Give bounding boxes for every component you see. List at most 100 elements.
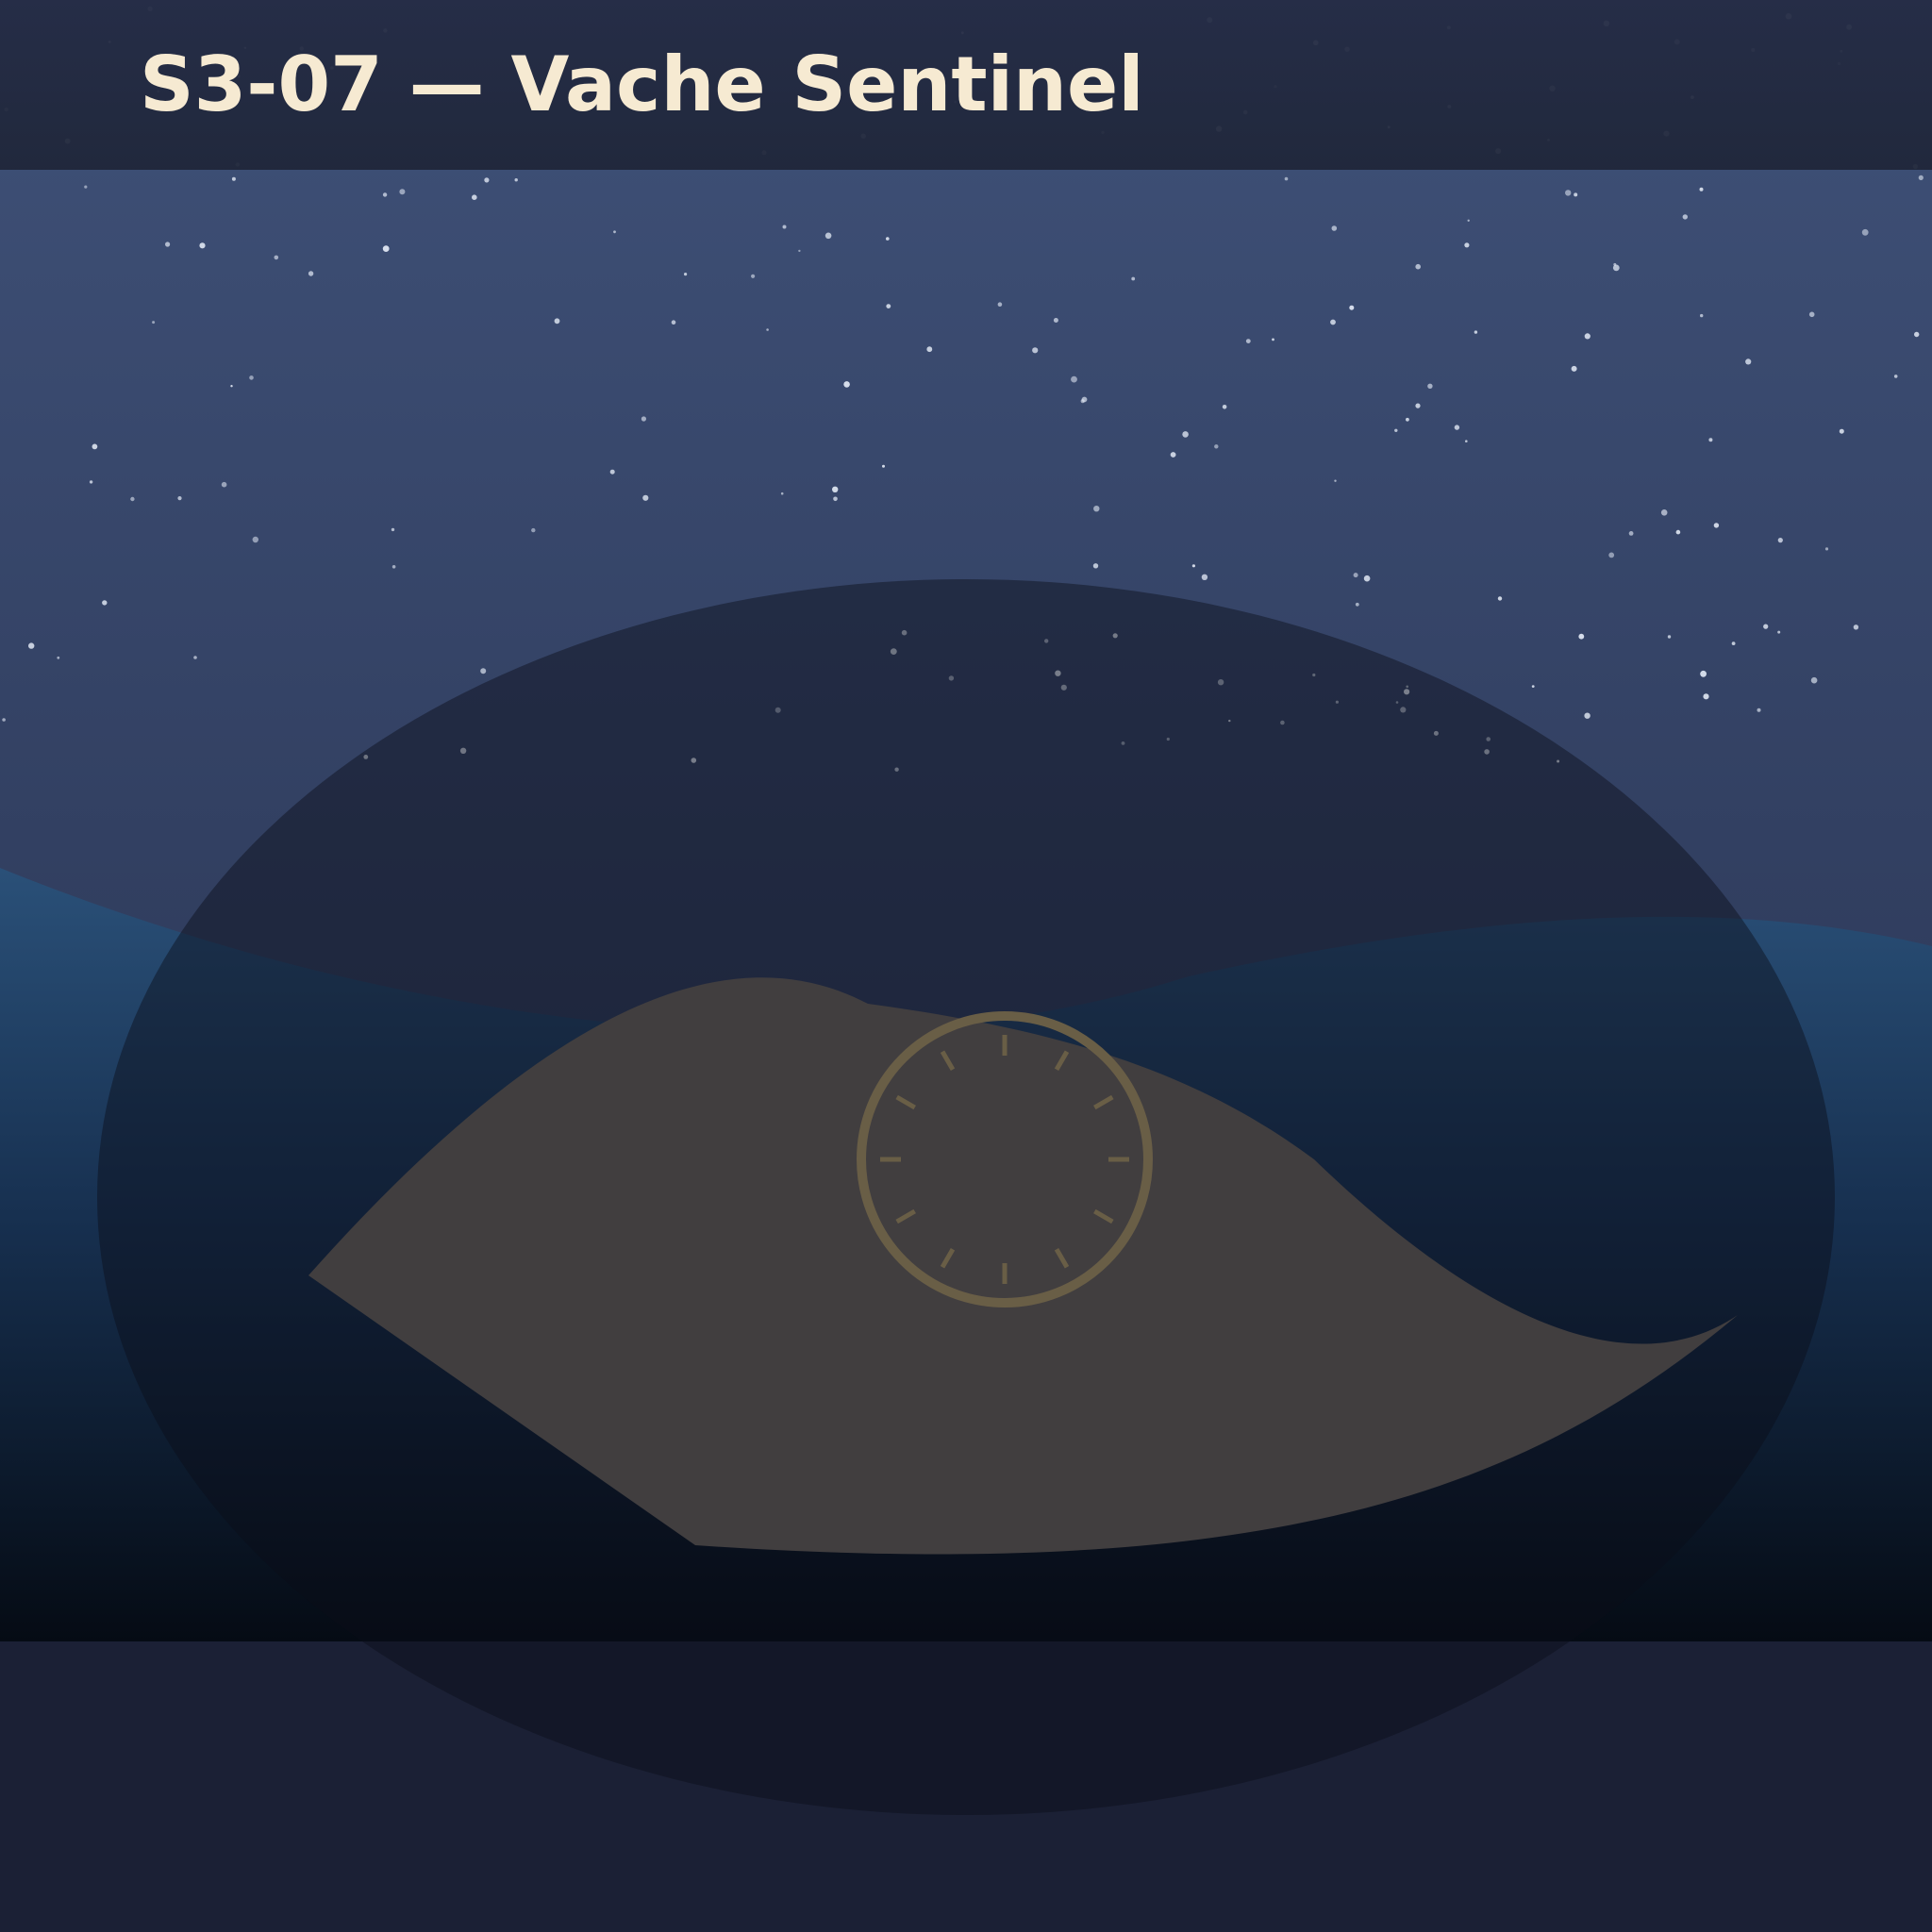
star xyxy=(1675,529,1681,535)
star xyxy=(382,192,388,197)
scene-canvas xyxy=(0,0,1932,1932)
game-screen: S3-07 — Vache Sentinel xyxy=(0,0,1932,1932)
star xyxy=(609,469,615,475)
star xyxy=(886,304,891,308)
star xyxy=(1708,438,1713,442)
star xyxy=(514,178,518,182)
star xyxy=(798,249,801,253)
star xyxy=(843,381,850,388)
star xyxy=(1608,552,1615,558)
star xyxy=(102,600,108,606)
star xyxy=(751,274,756,278)
star xyxy=(1214,444,1219,449)
star xyxy=(1474,330,1478,334)
star xyxy=(1093,506,1100,512)
star xyxy=(1853,625,1859,630)
star xyxy=(1578,633,1585,640)
star xyxy=(1757,708,1761,712)
star xyxy=(1363,575,1371,582)
star xyxy=(1810,676,1818,684)
star xyxy=(1893,375,1898,378)
star xyxy=(274,255,279,260)
star xyxy=(472,194,477,200)
star xyxy=(221,481,227,488)
star xyxy=(1415,403,1421,408)
star xyxy=(1808,311,1815,318)
star xyxy=(199,242,206,249)
star xyxy=(1406,417,1409,422)
star xyxy=(252,536,258,543)
star xyxy=(1201,574,1208,580)
star xyxy=(824,232,832,240)
star xyxy=(554,318,560,325)
star xyxy=(165,242,171,247)
star xyxy=(1071,375,1077,383)
star xyxy=(1660,509,1668,516)
star xyxy=(1612,264,1620,272)
star xyxy=(1713,523,1720,528)
star xyxy=(1032,347,1039,354)
star xyxy=(1245,339,1251,343)
star xyxy=(642,494,649,501)
star xyxy=(480,668,487,675)
star xyxy=(1092,563,1099,569)
level-title: S3-07 — Vache Sentinel xyxy=(140,41,1144,128)
star xyxy=(1415,263,1421,270)
star xyxy=(230,385,233,388)
star xyxy=(1763,624,1769,629)
star xyxy=(1731,641,1736,645)
star xyxy=(130,496,135,502)
star xyxy=(1053,318,1058,323)
star xyxy=(2,718,6,722)
star xyxy=(391,565,396,569)
star xyxy=(399,189,406,195)
star xyxy=(249,375,254,380)
star xyxy=(1081,396,1088,403)
star xyxy=(1454,425,1460,430)
star xyxy=(57,656,60,659)
star xyxy=(684,273,688,276)
star xyxy=(671,320,676,325)
star xyxy=(1355,602,1359,607)
star xyxy=(1331,225,1338,231)
star xyxy=(1394,428,1398,432)
star xyxy=(1272,338,1274,341)
star xyxy=(1353,573,1358,578)
star xyxy=(193,656,197,659)
star xyxy=(1584,712,1591,719)
star xyxy=(92,443,98,450)
vignette xyxy=(97,579,1835,1815)
star xyxy=(1682,214,1689,220)
star xyxy=(832,486,839,492)
star xyxy=(997,302,1003,308)
star xyxy=(882,464,885,468)
star xyxy=(782,225,787,229)
star xyxy=(152,321,156,325)
star xyxy=(1667,635,1672,639)
star xyxy=(1334,479,1337,482)
star xyxy=(1182,431,1189,438)
star xyxy=(1497,596,1503,601)
star xyxy=(1571,365,1577,372)
star xyxy=(1918,175,1924,180)
star xyxy=(780,491,784,495)
star xyxy=(833,496,838,502)
star xyxy=(1824,547,1829,551)
star xyxy=(1584,333,1591,340)
star xyxy=(1131,276,1136,281)
star xyxy=(1427,383,1433,389)
star xyxy=(1861,228,1869,236)
star xyxy=(1777,538,1783,543)
star xyxy=(1531,685,1535,688)
star xyxy=(1914,331,1920,338)
star xyxy=(382,245,390,252)
star xyxy=(1574,192,1578,197)
star xyxy=(1565,190,1572,196)
star xyxy=(84,185,88,189)
star xyxy=(1703,693,1709,700)
title-bar: S3-07 — Vache Sentinel xyxy=(0,0,1932,170)
star xyxy=(391,527,395,532)
star xyxy=(886,237,890,241)
star xyxy=(308,271,314,276)
star xyxy=(177,496,182,501)
